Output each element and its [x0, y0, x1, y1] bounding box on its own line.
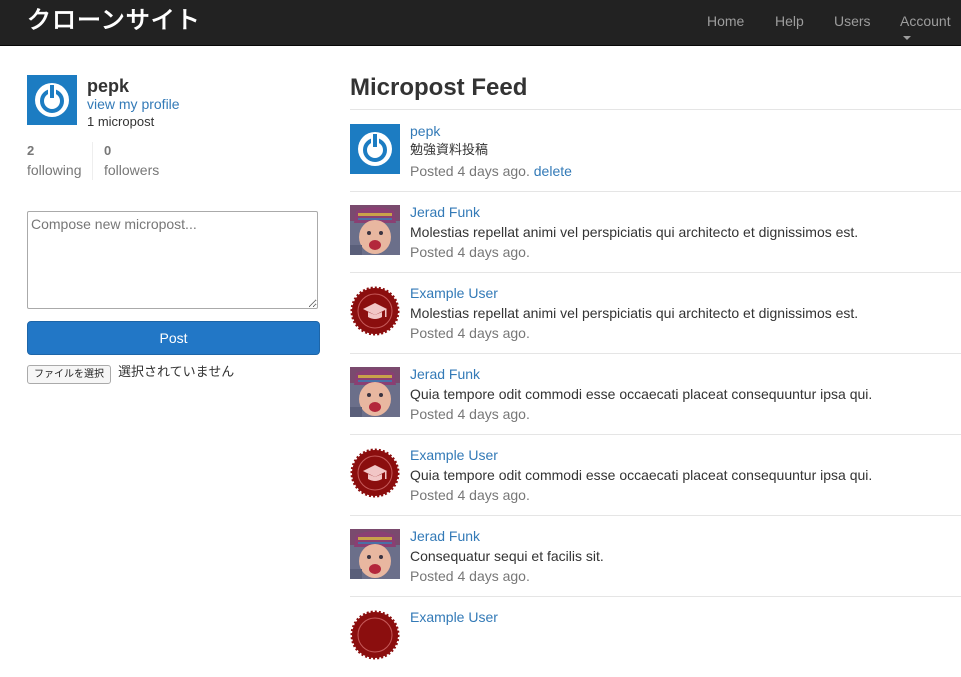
file-status-text: 選択されていません	[118, 365, 235, 380]
feed-timestamp: Posted 4 days ago.	[410, 163, 530, 179]
delete-link[interactable]: delete	[534, 163, 572, 179]
nav-help[interactable]: Help	[775, 13, 804, 29]
feed-content: Molestias repellat animi vel perspiciati…	[410, 224, 859, 240]
nav-account-label: Account	[900, 13, 951, 29]
following-stat[interactable]: 2 following	[27, 143, 81, 178]
post-button[interactable]: Post	[27, 321, 320, 355]
following-count: 2	[27, 143, 35, 158]
feed-content: Quia tempore odit commodi esse occaecati…	[410, 386, 873, 402]
stats-divider	[92, 142, 93, 180]
chevron-down-icon	[903, 36, 911, 41]
grad-cap-seal-avatar-icon[interactable]	[350, 448, 400, 498]
feed-user-link[interactable]: Example User	[410, 285, 498, 301]
feed-user-link[interactable]: pepk	[410, 123, 440, 139]
feed-item: Example User Molestias repellat animi ve…	[350, 272, 961, 354]
followers-stat[interactable]: 0 followers	[104, 143, 159, 178]
user-avatar-power-icon[interactable]	[27, 75, 77, 125]
feed-item: Example User	[350, 596, 961, 677]
baby-photo-avatar-icon[interactable]	[350, 205, 400, 255]
followers-label: followers	[104, 162, 160, 178]
feed-content: 勉強資料投稿	[410, 143, 489, 158]
feed-user-link[interactable]: Jerad Funk	[410, 528, 480, 544]
feed-item: Example User Quia tempore odit commodi e…	[350, 434, 961, 516]
feed-user-link[interactable]: Example User	[410, 609, 498, 625]
feed-timestamp: Posted 4 days ago.	[410, 568, 530, 584]
following-label: following	[27, 162, 82, 178]
feed-content: Quia tempore odit commodi esse occaecati…	[410, 467, 873, 483]
navbar: クローンサイト Home Help Users Account	[0, 0, 961, 46]
brand-logo[interactable]: クローンサイト	[27, 5, 201, 35]
feed-item: Jerad Funk Quia tempore odit commodi ess…	[350, 353, 961, 435]
grad-cap-seal-avatar-icon[interactable]	[350, 610, 400, 660]
choose-file-button[interactable]: ファイルを選択	[27, 365, 111, 384]
feed-timestamp-row: Posted 4 days ago. delete	[410, 163, 572, 179]
feed-content: Consequatur sequi et facilis sit.	[410, 548, 604, 564]
nav-users[interactable]: Users	[834, 13, 871, 29]
followers-count: 0	[104, 143, 112, 158]
compose-micropost-input[interactable]	[27, 211, 318, 309]
feed-item: Jerad Funk Consequatur sequi et facilis …	[350, 515, 961, 597]
feed-title: Micropost Feed	[350, 74, 528, 101]
feed-timestamp: Posted 4 days ago.	[410, 406, 530, 422]
feed-user-link[interactable]: Jerad Funk	[410, 204, 480, 220]
view-profile-link[interactable]: view my profile	[87, 97, 180, 112]
feed-timestamp: Posted 4 days ago.	[410, 325, 530, 341]
baby-photo-avatar-icon[interactable]	[350, 529, 400, 579]
nav-account[interactable]: Account	[900, 13, 961, 45]
baby-photo-avatar-icon[interactable]	[350, 367, 400, 417]
grad-cap-seal-avatar-icon[interactable]	[350, 286, 400, 336]
feed-content: Molestias repellat animi vel perspiciati…	[410, 305, 859, 321]
micropost-count: 1 micropost	[87, 114, 155, 129]
feed-user-link[interactable]: Jerad Funk	[410, 366, 480, 382]
feed-user-link[interactable]: Example User	[410, 447, 498, 463]
feed-timestamp: Posted 4 days ago.	[410, 244, 530, 260]
sidebar-user-name: pepk	[87, 76, 130, 96]
feed-item: pepk 勉強資料投稿 Posted 4 days ago. delete	[350, 110, 961, 192]
feed-timestamp: Posted 4 days ago.	[410, 487, 530, 503]
nav-home[interactable]: Home	[707, 13, 744, 29]
power-avatar-icon[interactable]	[350, 124, 400, 174]
feed-item: Jerad Funk Molestias repellat animi vel …	[350, 191, 961, 273]
